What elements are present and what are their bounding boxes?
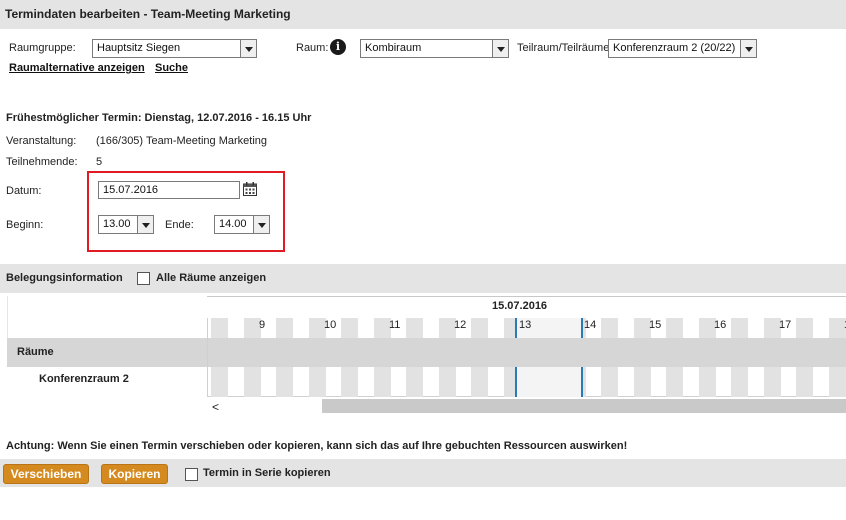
timeline-quarter-stripe [276,318,293,338]
timeline-quarter-stripe [308,367,326,397]
timeline-quarter-stripe [601,318,618,338]
beginn-label: Beginn: [6,219,44,231]
timeline-top-border [207,296,846,297]
veranstaltung-value: (166/305) Team-Meeting Marketing [96,135,267,147]
timeline-quarter-stripe [243,318,261,338]
ende-value: 14.00 [219,218,247,230]
room-row-label-cell: Konferenzraum 2 [7,367,207,397]
alle-raeume-label: Alle Räume anzeigen [156,272,267,284]
teilnehmende-label: Teilnehmende: [6,156,78,168]
ende-select[interactable]: 14.00 [214,215,270,234]
raum-label: Raum: [296,42,329,54]
info-icon[interactable]: i [330,39,346,55]
calendar-icon[interactable] [243,182,257,196]
belegung-title: Belegungsinformation [6,272,123,284]
raumgruppe-label: Raumgruppe: [9,42,76,54]
timeline-hour-label: 9 [259,319,266,331]
timeline-quarter-stripe [828,367,846,397]
beginn-select[interactable]: 13.00 [98,215,154,234]
suche-link[interactable]: Suche [155,62,188,74]
verschieben-button[interactable]: Verschieben [3,464,89,484]
timeline-quarter-stripe [828,318,846,338]
timeline-quarter-stripe [243,367,261,397]
timeline-quarter-stripe [698,318,716,338]
timeline-quarter-stripe [276,367,293,397]
timeline-quarter-stripe [438,367,456,397]
timeline-quarter-stripe [666,367,683,397]
alle-raeume-checkbox[interactable] [137,272,150,285]
timeline-quarter-stripe [471,318,488,338]
timeline-quarter-stripe [341,367,358,397]
teilraum-select[interactable]: Konferenzraum 2 (20/22) [608,39,757,58]
chevron-down-icon [253,216,269,233]
timeline-hour-label: 13 [519,319,532,331]
timeline-quarter-stripe [796,367,813,397]
serie-label: Termin in Serie kopieren [203,467,331,479]
selection-end-line [581,318,583,338]
raum-select[interactable]: Kombiraum [360,39,509,58]
timeline-quarter-stripe [633,318,651,338]
teilraum-value: Konferenzraum 2 (20/22) [613,42,736,54]
kopieren-button[interactable]: Kopieren [101,464,168,484]
raum-value: Kombiraum [365,42,422,54]
selection-start-line [515,318,517,338]
chevron-down-icon [492,40,508,57]
timeline-date: 15.07.2016 [492,300,548,312]
selected-time-range [517,367,581,397]
timeline-quarter-stripe [406,367,423,397]
timeline-hour-label: 11 [389,319,401,331]
timeline-quarter-stripe [731,367,748,397]
chevron-down-icon [137,216,153,233]
timeline-quarter-stripe [633,367,651,397]
timeline-hour-label: 17 [779,319,792,331]
datum-input[interactable] [98,181,240,199]
window-title: Termindaten bearbeiten - Team-Meeting Ma… [5,7,291,21]
timeline-hour-label: 15 [649,319,662,331]
selection-start-line [515,367,517,397]
room-name: Konferenzraum 2 [39,373,129,385]
datum-label: Datum: [6,185,42,197]
serie-checkbox[interactable] [185,468,198,481]
raumgruppe-value: Hauptsitz Siegen [97,42,181,54]
raumgruppe-select[interactable]: Hauptsitz Siegen [92,39,257,58]
chevron-down-icon [240,40,256,57]
veranstaltung-label: Veranstaltung: [6,135,77,147]
chevron-down-icon [740,40,756,57]
ende-label: Ende: [165,219,194,231]
timeline-quarter-stripe [211,318,228,338]
timeline-quarter-stripe [373,367,391,397]
horizontal-scrollbar-thumb[interactable] [322,399,846,413]
selection-end-line [581,367,583,397]
timeline-hour-label: 10 [324,319,337,331]
timeline-quarter-stripe [796,318,813,338]
timeline-quarter-stripe [698,367,716,397]
earliest-date-text: Frühestmöglicher Termin: Dienstag, 12.07… [6,112,312,124]
window-title-bar: Termindaten bearbeiten - Team-Meeting Ma… [0,0,846,29]
timeline-quarter-stripe [471,367,488,397]
timeline-quarter-stripe [438,318,456,338]
timeline-quarter-stripe [373,318,391,338]
teilnehmende-value: 5 [96,156,103,168]
scroll-left-arrow[interactable]: < [212,400,219,414]
timeline-hour-label: 14 [584,319,597,331]
rooms-header: Räume [7,338,846,367]
belegung-bar: Belegungsinformation Alle Räume anzeigen [0,264,846,293]
timeline-quarter-stripe [731,318,748,338]
timeline-quarter-stripe [666,318,683,338]
timeline-quarter-stripe [341,318,358,338]
teilraum-label: Teilraum/Teilräume [517,42,610,54]
timeline-quarter-stripe [763,318,781,338]
timeline-quarter-stripe [763,367,781,397]
warning-text: Achtung: Wenn Sie einen Termin verschieb… [6,440,628,452]
timeline-quarter-stripe [308,318,326,338]
timeline-hour-label: 16 [714,319,727,331]
timeline-hour-label: 12 [454,319,467,331]
timeline-quarter-stripe [601,367,618,397]
raumalternative-link[interactable]: Raumalternative anzeigen [9,62,145,74]
timeline-divider [207,318,208,397]
beginn-value: 13.00 [103,218,131,230]
timeline-quarter-stripe [406,318,423,338]
timeline-quarter-stripe [211,367,228,397]
rooms-header-label: Räume [17,346,54,358]
